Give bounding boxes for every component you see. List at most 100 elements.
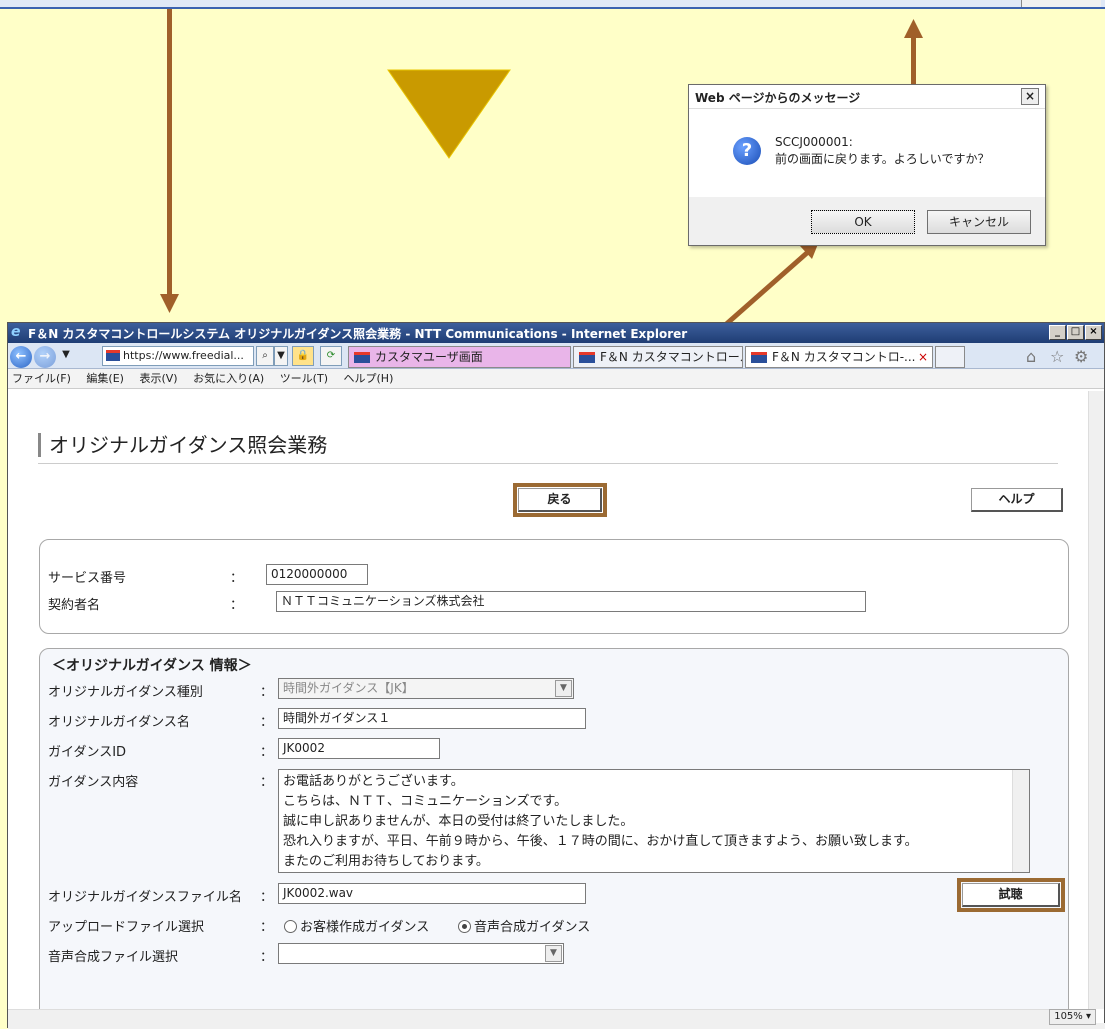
- guidance-type-label: オリジナルガイダンス種別: [48, 685, 203, 700]
- upload-option-synth[interactable]: 音声合成ガイダンス: [458, 916, 590, 935]
- vertical-scrollbar[interactable]: [1088, 391, 1104, 1009]
- chevron-down-icon: ▼: [555, 680, 572, 697]
- tab-label: F＆N カスタマコントロール...: [600, 350, 742, 364]
- minimize-button[interactable]: _: [1049, 325, 1066, 340]
- tab-favicon-icon: [354, 352, 370, 363]
- dialog-body: ? SCCJ000001: 前の画面に戻ります。よろしいですか？: [689, 109, 1045, 197]
- horizontal-scrollbar[interactable]: [8, 1009, 1090, 1023]
- colon: ：: [260, 890, 274, 905]
- help-button[interactable]: ヘルプ: [971, 488, 1063, 512]
- chevron-down-icon: ▼: [545, 945, 562, 962]
- menu-help[interactable]: ヘルプ(H): [344, 372, 394, 385]
- question-icon: ?: [733, 137, 761, 165]
- page-content: オリジナルガイダンス照会業務 戻る ヘルプ サービス番号 ： 012000000…: [8, 391, 1090, 1009]
- menu-file[interactable]: ファイル(F): [12, 372, 71, 385]
- menu-edit[interactable]: 編集(E): [86, 372, 124, 385]
- tab-customer-control-1[interactable]: F＆N カスタマコントロール...: [573, 346, 743, 368]
- browser-title: F＆N カスタマコントロールシステム オリジナルガイダンス照会業務 - NTT …: [28, 327, 688, 341]
- guidance-type-select[interactable]: 時間外ガイダンス【JK】 ▼: [278, 678, 574, 699]
- content-line: こちらは、ＮＴＴ、コミュニケーションズです。: [283, 794, 568, 809]
- zoom-control[interactable]: 105% ▾: [1049, 1009, 1096, 1025]
- ok-button[interactable]: OK: [811, 210, 915, 234]
- colon: ：: [260, 745, 274, 760]
- menu-tools[interactable]: ツール(T): [280, 372, 328, 385]
- upload-option-label: お客様作成ガイダンス: [300, 920, 430, 935]
- home-icon[interactable]: ⌂: [1026, 347, 1036, 366]
- tab-customer-control-2[interactable]: F＆N カスタマコントロ-... ×: [745, 346, 933, 368]
- gear-icon[interactable]: ⚙: [1074, 347, 1088, 366]
- synth-file-select[interactable]: ▼: [278, 943, 564, 964]
- service-number-field: 0120000000: [266, 564, 368, 585]
- colon: ：: [230, 571, 244, 586]
- status-bar: [8, 1023, 1105, 1029]
- upload-file-label: アップロードファイル選択: [48, 920, 205, 935]
- guidance-content-textarea[interactable]: お電話ありがとうございます。 こちらは、ＮＴＴ、コミュニケーションズです。 誠に…: [278, 769, 1030, 873]
- menu-bar: ファイル(F) 編集(E) 表示(V) お気に入り(A) ツール(T) ヘルプ(…: [8, 369, 1104, 389]
- dialog-message-code: SCCJ000001:: [775, 135, 853, 149]
- search-icon[interactable]: ⌕: [256, 346, 274, 366]
- browser-titlebar: e F＆N カスタマコントロールシステム オリジナルガイダンス照会業務 - NT…: [8, 323, 1104, 343]
- guidance-type-value: 時間外ガイダンス【JK】: [283, 681, 414, 695]
- content-line: お電話ありがとうございます。: [283, 774, 464, 789]
- ie-logo-icon: e: [11, 324, 21, 340]
- guidance-name-label: オリジナルガイダンス名: [48, 715, 190, 730]
- navigation-bar: ← → ▼ https://www.freedial... ⌕ ▼ 🔒 ⟳ カス…: [8, 343, 1104, 369]
- tab-label: F＆N カスタマコントロ-...: [772, 350, 916, 364]
- colon: ：: [230, 598, 244, 613]
- guidance-info-panel: ＜オリジナルガイダンス 情報＞ オリジナルガイダンス種別 ： 時間外ガイダンス【…: [39, 648, 1069, 1009]
- colon: ：: [260, 685, 274, 700]
- colon: ：: [260, 950, 274, 965]
- colon: ：: [260, 920, 274, 935]
- back-button[interactable]: 戻る: [513, 483, 607, 517]
- tab-label: カスタマユーザ画面: [375, 350, 483, 364]
- content-line: またのご利用お待ちしております。: [283, 854, 489, 869]
- down-triangle-indicator: [387, 69, 511, 159]
- new-tab-button[interactable]: [935, 346, 965, 368]
- favorites-star-icon[interactable]: ☆: [1050, 347, 1064, 366]
- content-line: 誠に申し訳ありませんが、本日の受付は終了いたしました。: [283, 814, 634, 829]
- tab-close-icon[interactable]: ×: [918, 347, 928, 367]
- colon: ：: [260, 775, 274, 790]
- refresh-icon[interactable]: ⟳: [320, 346, 342, 366]
- textarea-scrollbar[interactable]: [1012, 770, 1029, 872]
- forward-arrow-icon[interactable]: →: [34, 346, 56, 368]
- contractor-label: 契約者名: [48, 598, 101, 613]
- contractor-field: ＮＴＴコミュニケーションズ株式会社: [276, 591, 866, 612]
- site-favicon-icon: [106, 350, 120, 361]
- message-dialog: Web ページからのメッセージ × ? SCCJ000001: 前の画面に戻りま…: [688, 84, 1046, 246]
- guidance-file-field: JK0002.wav: [278, 883, 586, 904]
- synth-file-label: 音声合成ファイル選択: [48, 950, 179, 965]
- address-dropdown-icon[interactable]: ▼: [274, 346, 288, 366]
- tab-customer-user[interactable]: カスタマユーザ画面: [348, 346, 571, 368]
- back-arrow-icon[interactable]: ←: [10, 346, 32, 368]
- radio-icon: [284, 920, 297, 933]
- tab-favicon-icon: [579, 352, 595, 363]
- guidance-name-field: 時間外ガイダンス１: [278, 708, 586, 729]
- address-text: https://www.freedial...: [123, 349, 244, 362]
- guidance-content-label: ガイダンス内容: [48, 775, 139, 790]
- guidance-file-label: オリジナルガイダンスファイル名: [48, 890, 242, 905]
- radio-selected-icon: [458, 920, 471, 933]
- menu-favorites[interactable]: お気に入り(A): [193, 372, 264, 385]
- menu-view[interactable]: 表示(V): [139, 372, 177, 385]
- dialog-message-text: 前の画面に戻ります。よろしいですか？: [775, 152, 990, 166]
- cancel-button[interactable]: キャンセル: [927, 210, 1031, 234]
- upload-option-customer[interactable]: お客様作成ガイダンス: [284, 916, 429, 935]
- upload-option-label: 音声合成ガイダンス: [474, 920, 591, 935]
- address-bar[interactable]: https://www.freedial...: [102, 346, 254, 366]
- dialog-close-button[interactable]: ×: [1021, 88, 1039, 105]
- listen-button[interactable]: 試聴: [957, 878, 1065, 912]
- maximize-button[interactable]: □: [1067, 325, 1084, 340]
- content-line: 恐れ入りますが、平日、午前９時から、午後、１７時の間に、おかけ直して頂きますよう…: [283, 834, 918, 849]
- section-title: ＜オリジナルガイダンス 情報＞: [52, 658, 252, 674]
- guidance-id-field: JK0002: [278, 738, 440, 759]
- lock-icon[interactable]: 🔒: [292, 346, 314, 366]
- service-number-label: サービス番号: [48, 571, 127, 586]
- window-close-button[interactable]: ×: [1085, 325, 1102, 340]
- dialog-titlebar: Web ページからのメッセージ ×: [689, 85, 1045, 109]
- service-panel: サービス番号 ： 0120000000 契約者名 ： ＮＴＴコミュニケーションズ…: [39, 539, 1069, 634]
- history-dropdown-icon[interactable]: ▼: [60, 346, 72, 366]
- zoom-level: 105%: [1054, 1011, 1083, 1022]
- title-divider: [38, 463, 1058, 464]
- colon: ：: [260, 715, 274, 730]
